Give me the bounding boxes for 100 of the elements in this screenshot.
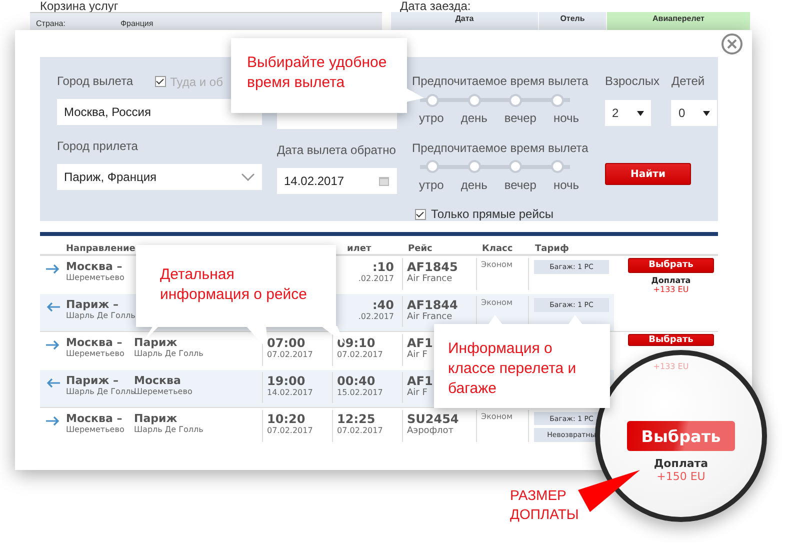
departure-city: Париж – xyxy=(66,298,120,310)
time-option-label: день xyxy=(460,111,488,125)
time-option-label: вечер xyxy=(504,111,536,125)
departure-date: 07.02.2017 xyxy=(267,350,314,359)
time-option-label: ночь xyxy=(553,111,579,125)
column-header: Класс xyxy=(482,244,513,254)
caret-icon xyxy=(703,110,710,116)
arrival-city-field[interactable]: Париж, Франция xyxy=(57,164,262,190)
class-label: Эконом xyxy=(481,260,514,269)
arrival-date: .02.2017 xyxy=(358,312,394,320)
time-option-label: день xyxy=(460,178,488,192)
departure-city: Москва – xyxy=(66,260,124,273)
select-button[interactable]: Выбрать xyxy=(627,421,735,451)
field-label: Предпочитаемое время вылета xyxy=(412,74,590,89)
column-header: илет xyxy=(347,244,372,254)
checkin-title: Дата заезда: xyxy=(399,0,472,12)
flight-number: AF1845 xyxy=(407,260,459,274)
departure-date: 14.02.2017 xyxy=(267,388,314,396)
callout-text: Информация о классе перелета и багаже xyxy=(448,339,578,399)
right-arrow-icon xyxy=(46,416,60,426)
callout-text: РАЗМЕР ДОПЛАТЫ xyxy=(510,486,580,524)
airline-name: Air France xyxy=(407,312,454,322)
field-label: Предпочитаемое время вылета xyxy=(412,140,590,156)
time-option-label: утро xyxy=(419,111,444,125)
chevron-down-icon xyxy=(241,173,255,181)
column-header: Тариф xyxy=(535,244,569,254)
arrival-city: Париж xyxy=(134,336,178,349)
time-option-dot[interactable] xyxy=(468,160,481,173)
flight-number: AF1 xyxy=(407,374,434,388)
caret-icon xyxy=(637,110,644,116)
time-option-label: ночь xyxy=(553,178,579,192)
departure-airport: Шереметьево xyxy=(66,273,126,282)
arrival-airport: Шереметьево xyxy=(134,386,194,396)
departure-time: 10:20 xyxy=(267,412,306,426)
departure-airport: Шарль Де Голль xyxy=(66,386,134,396)
departure-city: Москва – xyxy=(66,336,124,349)
arrival-date: 07.02.2017 xyxy=(337,426,384,435)
calendar-icon xyxy=(378,175,390,187)
time-option-dot[interactable] xyxy=(509,94,522,106)
flight-number: SU2454 xyxy=(407,412,460,426)
right-arrow-icon xyxy=(46,264,60,274)
field-label: Дата вылета обратно xyxy=(277,143,397,158)
airline-name: Аэрофлот xyxy=(407,426,455,436)
time-option-dot[interactable] xyxy=(550,160,564,173)
time-option-dot[interactable] xyxy=(509,160,522,173)
cart-title: Корзина услуг xyxy=(39,0,120,12)
left-arrow-icon xyxy=(46,302,60,312)
right-arrow-icon xyxy=(46,340,60,350)
arrival-time: 00:40 xyxy=(337,374,376,388)
departure-date: 07.02.2017 xyxy=(267,426,314,435)
departure-city: Париж – xyxy=(66,374,120,386)
time-option-dot[interactable] xyxy=(468,94,481,106)
search-button[interactable]: Найти xyxy=(605,163,691,185)
arrival-date: 15.02.2017 xyxy=(337,388,384,396)
surcharge-value: +133 EU xyxy=(653,284,689,294)
time-option-label: вечер xyxy=(504,178,536,192)
children-select[interactable]: 0 xyxy=(671,100,718,126)
left-arrow-icon xyxy=(46,378,60,388)
departure-time: 07:00 xyxy=(267,336,306,350)
time-option-dot[interactable] xyxy=(550,94,564,106)
departure-city-field[interactable]: Москва, Россия xyxy=(57,99,262,125)
country-value: Франция xyxy=(120,19,154,28)
arrival-date: 07.02.2017 xyxy=(337,350,384,359)
arrival-city: Париж xyxy=(134,412,178,425)
arrival-date: .02.2017 xyxy=(358,274,394,283)
close-icon[interactable] xyxy=(721,33,743,55)
direct-flights-checkbox[interactable]: Только прямые рейсы xyxy=(415,207,590,221)
class-label: Эконом xyxy=(481,412,514,421)
return-date-field[interactable]: 14.02.2017 xyxy=(277,168,397,194)
time-option-dot[interactable] xyxy=(426,160,439,173)
field-label: Детей xyxy=(671,74,706,89)
departure-city: Москва – xyxy=(66,412,124,425)
select-button[interactable]: Выбрать xyxy=(628,334,714,346)
select-button[interactable]: Выбрать xyxy=(628,258,714,272)
departure-time: 19:00 xyxy=(267,374,306,388)
time-option-label: утро xyxy=(419,178,444,192)
departure-airport: Шарль Де Голль xyxy=(66,310,134,320)
column-header: Рейс xyxy=(408,244,432,254)
arrival-time: 12:25 xyxy=(337,412,376,426)
flight-number: AF1844 xyxy=(407,298,459,312)
departure-airport: Шереметьево xyxy=(66,425,126,434)
surcharge-label: Доплата xyxy=(651,276,691,284)
surcharge-label: Доплата xyxy=(654,457,708,470)
surcharge-value: +150 EU xyxy=(656,470,706,483)
arrival-time: :40 xyxy=(372,298,394,312)
callout-text: Детальная информация о рейсе xyxy=(160,265,308,305)
field-label: Город вылета xyxy=(57,74,134,89)
arrival-airport: Шарль Де Голль xyxy=(134,425,204,434)
column-header: Направление xyxy=(66,244,136,254)
surcharge-value: +133 EU xyxy=(653,362,689,371)
airline-name: Air F xyxy=(407,350,428,360)
time-option-dot[interactable] xyxy=(426,94,439,106)
adults-select[interactable]: 2 xyxy=(605,100,651,126)
arrival-time: :10 xyxy=(372,260,394,274)
country-label: Страна: xyxy=(36,19,66,28)
airline-name: Air France xyxy=(407,274,454,284)
arrival-city: Москва xyxy=(134,374,182,386)
field-label: Город прилета xyxy=(57,139,139,154)
callout-text: Выбирайте удобное время вылета xyxy=(247,53,388,93)
arrival-airport: Шарль Де Голль xyxy=(134,349,204,358)
